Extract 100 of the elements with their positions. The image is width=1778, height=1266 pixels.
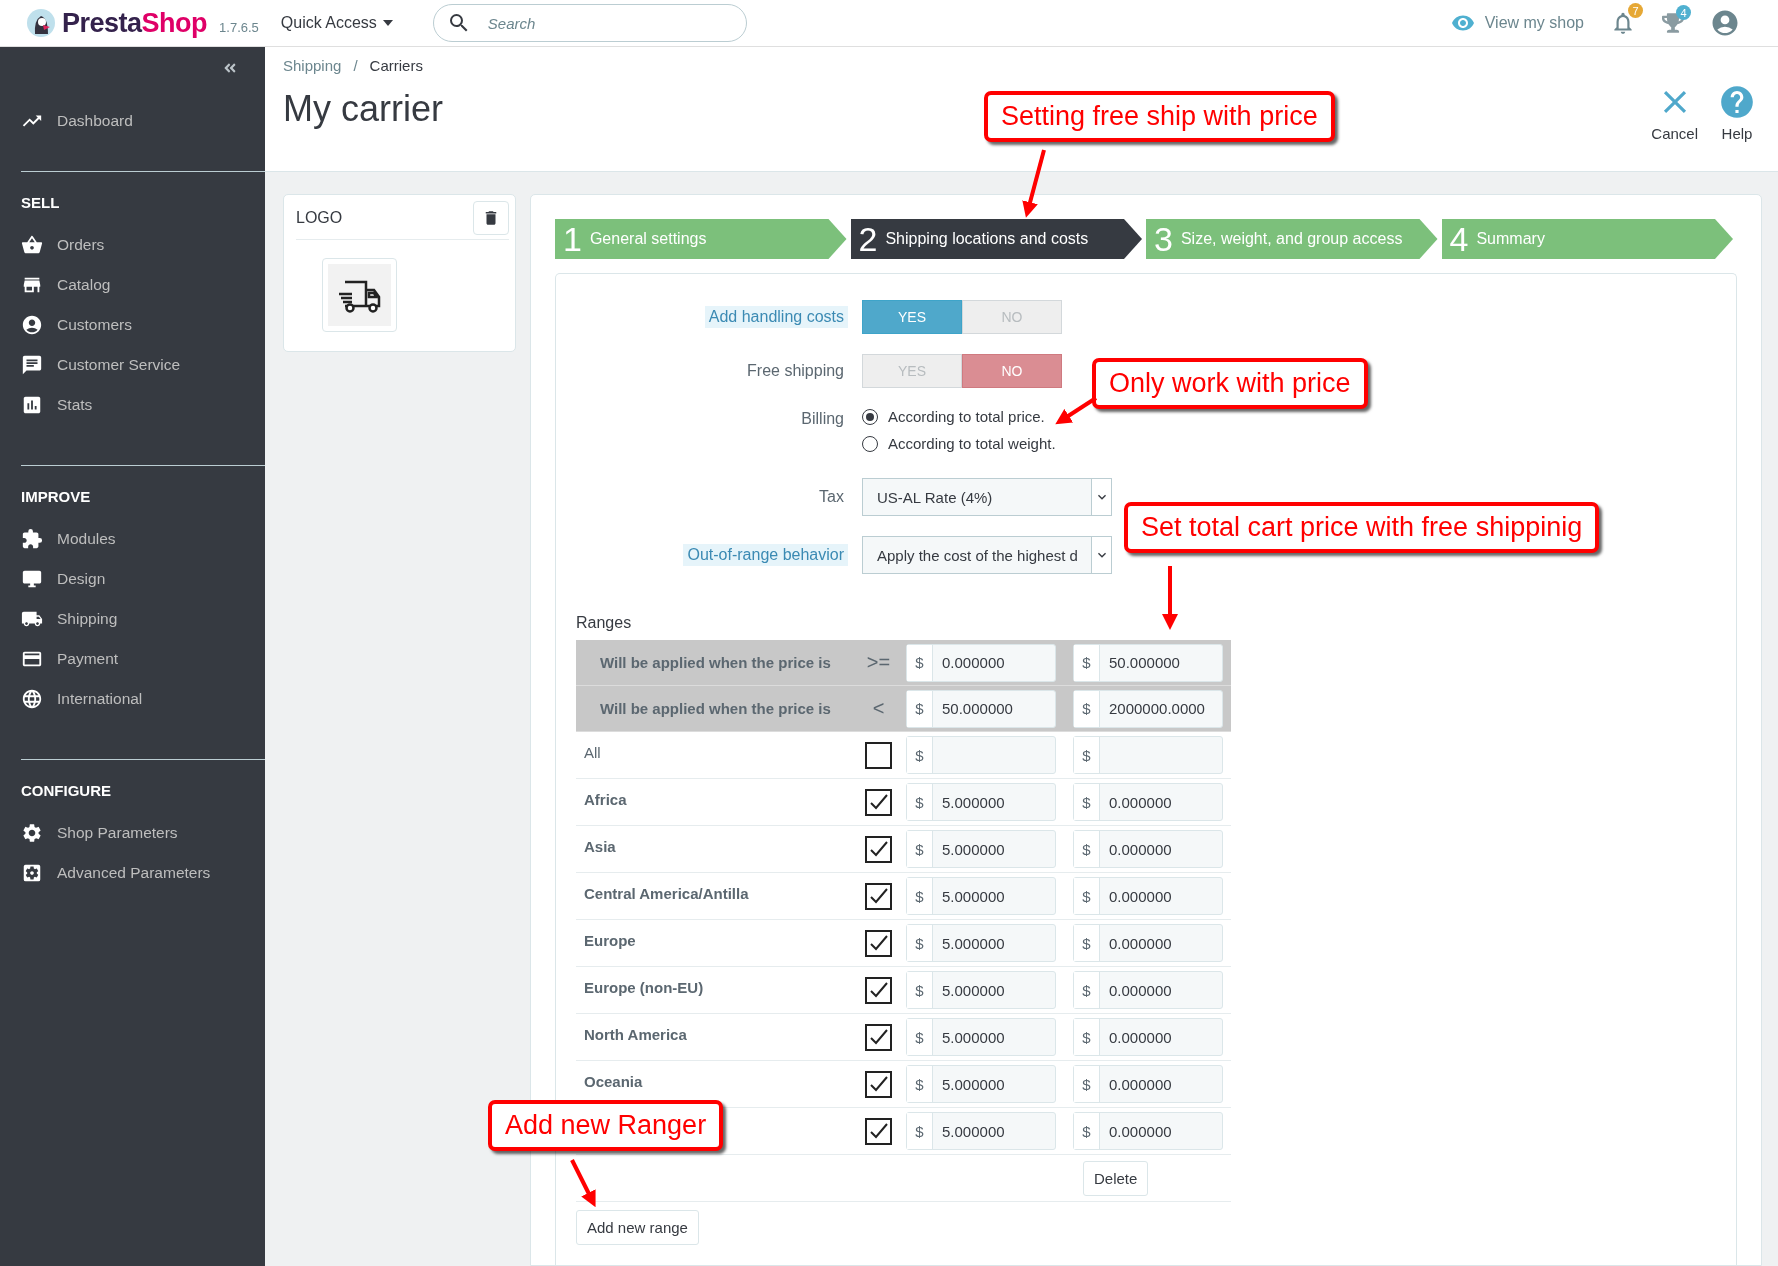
callout-arrow	[1058, 396, 1098, 426]
price-field[interactable]: $ 0.000000	[1073, 1112, 1223, 1150]
menu-icon	[21, 822, 43, 844]
checkbox[interactable]	[865, 741, 892, 769]
user-avatar-icon[interactable]	[1710, 8, 1740, 38]
help-button[interactable]: Help	[1718, 83, 1756, 142]
operator-label: >=	[866, 651, 891, 674]
price-field[interactable]: $ 5.000000	[906, 877, 1056, 915]
sidebar-item[interactable]: Shop Parameters	[21, 813, 265, 853]
zone-name: North America	[584, 1026, 688, 1043]
view-shop-link[interactable]: View my shop	[1450, 11, 1584, 35]
puffin-logo-icon	[26, 8, 56, 38]
zone-name: Asia	[584, 838, 617, 855]
annotation-callout: Setting free ship with price	[984, 91, 1335, 142]
brand-name: PrestaShop	[62, 7, 208, 39]
price-field[interactable]: $ 5.000000	[906, 830, 1056, 868]
sidebar-item[interactable]: Catalog	[21, 265, 265, 305]
menu-icon	[21, 528, 43, 550]
sidebar-item[interactable]: Design	[21, 559, 265, 599]
search-field[interactable]: Search	[432, 4, 747, 42]
sidebar-section-title: IMPROVE	[21, 488, 92, 505]
checkbox[interactable]	[865, 1023, 892, 1051]
price-field[interactable]: $ 5.000000	[906, 971, 1056, 1009]
zone-name: Europe	[584, 932, 637, 949]
breadcrumb-link[interactable]: Shipping	[283, 57, 342, 74]
field-label: Add handling costs	[704, 306, 848, 328]
select-field[interactable]: Apply the cost of the highest d	[862, 536, 1112, 574]
price-field[interactable]: $ 5.000000	[906, 1018, 1056, 1056]
sidebar-section-title: SELL	[21, 194, 61, 211]
field-label: Out-of-range behavior	[683, 544, 848, 566]
cancel-button[interactable]: Cancel	[1651, 83, 1698, 142]
operator-label: <	[872, 697, 885, 720]
check-icon	[868, 934, 889, 952]
price-field[interactable]: $ 0.000000	[1073, 1018, 1223, 1056]
checkbox[interactable]	[865, 1117, 892, 1145]
callout-arrow	[1160, 566, 1180, 630]
section-title: Ranges	[576, 614, 633, 632]
price-field[interactable]: $ 5.000000	[906, 924, 1056, 962]
sidebar-item[interactable]: International	[21, 679, 265, 719]
quick-access-menu[interactable]: Quick Access	[280, 14, 393, 32]
truck-icon	[328, 264, 391, 326]
collapse-icon[interactable]	[223, 61, 237, 75]
zone-name: Europe (non-EU)	[584, 979, 705, 996]
price-field[interactable]: $ 5.000000	[906, 1065, 1056, 1103]
price-field[interactable]: $	[1073, 736, 1223, 774]
zone-name: Central America/Antilla	[584, 885, 750, 902]
sidebar-item[interactable]: Customer Service	[21, 345, 265, 385]
sidebar-item[interactable]: Dashboard	[21, 101, 265, 141]
check-icon	[868, 1075, 889, 1093]
checkbox[interactable]	[865, 976, 892, 1004]
price-field[interactable]: $ 50.000000	[906, 689, 1056, 728]
checkbox[interactable]	[865, 882, 892, 910]
price-field[interactable]: $ 5.000000	[906, 783, 1056, 821]
price-field[interactable]: $ 0.000000	[1073, 783, 1223, 821]
field-label: Billing	[800, 409, 845, 429]
radio-option[interactable]: According to total weight.	[862, 435, 1716, 452]
zone-name: Africa	[584, 791, 628, 808]
price-field[interactable]: $ 0.000000	[1073, 971, 1223, 1009]
check-icon	[868, 981, 889, 999]
price-field[interactable]: $ 0.000000	[906, 643, 1056, 682]
checkbox[interactable]	[865, 835, 892, 863]
checkbox[interactable]	[865, 788, 892, 816]
menu-icon	[21, 314, 43, 336]
sidebar-item[interactable]: Payment	[21, 639, 265, 679]
field-label: Tax	[818, 487, 845, 507]
price-field[interactable]: $ 50.000000	[1073, 643, 1223, 682]
menu-icon	[21, 862, 43, 884]
price-field[interactable]: $ 0.000000	[1073, 924, 1223, 962]
breadcrumb-link[interactable]: Carriers	[369, 57, 423, 74]
sidebar-section-title: CONFIGURE	[21, 782, 112, 799]
check-icon	[868, 1028, 889, 1046]
menu-icon	[21, 354, 43, 376]
price-field[interactable]: $ 0.000000	[1073, 877, 1223, 915]
wizard-step[interactable]: 2 Shipping locations and costs	[850, 219, 1142, 259]
checkbox[interactable]	[865, 1070, 892, 1098]
radio-option[interactable]: According to total price.	[862, 408, 1716, 425]
sidebar-item[interactable]: Advanced Parameters	[21, 853, 265, 893]
price-field[interactable]: $ 0.000000	[1073, 830, 1223, 868]
check-icon	[868, 793, 889, 811]
help-icon	[1718, 83, 1756, 121]
sidebar-item[interactable]: Orders	[21, 225, 265, 265]
price-field[interactable]: $ 5.000000	[906, 1112, 1056, 1150]
price-field[interactable]: $ 0.000000	[1073, 1065, 1223, 1103]
select-field[interactable]: US-AL Rate (4%)	[862, 478, 1112, 516]
version-label: 1.7.6.5	[219, 19, 259, 35]
add-range-button[interactable]: Add new range	[576, 1210, 699, 1245]
checkbox[interactable]	[865, 929, 892, 957]
trophy-count: 4	[1676, 5, 1691, 20]
sidebar-item[interactable]: Shipping	[21, 599, 265, 639]
sidebar-item[interactable]: Customers	[21, 305, 265, 345]
check-icon	[868, 840, 889, 858]
price-field[interactable]: $	[906, 736, 1056, 774]
delete-button[interactable]: Delete	[1083, 1160, 1149, 1196]
menu-icon	[21, 394, 43, 416]
price-field[interactable]: $ 2000000.0000	[1073, 689, 1223, 728]
zone-name: Oceania	[584, 1073, 644, 1090]
delete-logo-button[interactable]	[473, 201, 509, 235]
sidebar-item[interactable]: Modules	[21, 519, 265, 559]
sidebar-item[interactable]: Stats	[21, 385, 265, 425]
menu-icon	[21, 568, 43, 590]
